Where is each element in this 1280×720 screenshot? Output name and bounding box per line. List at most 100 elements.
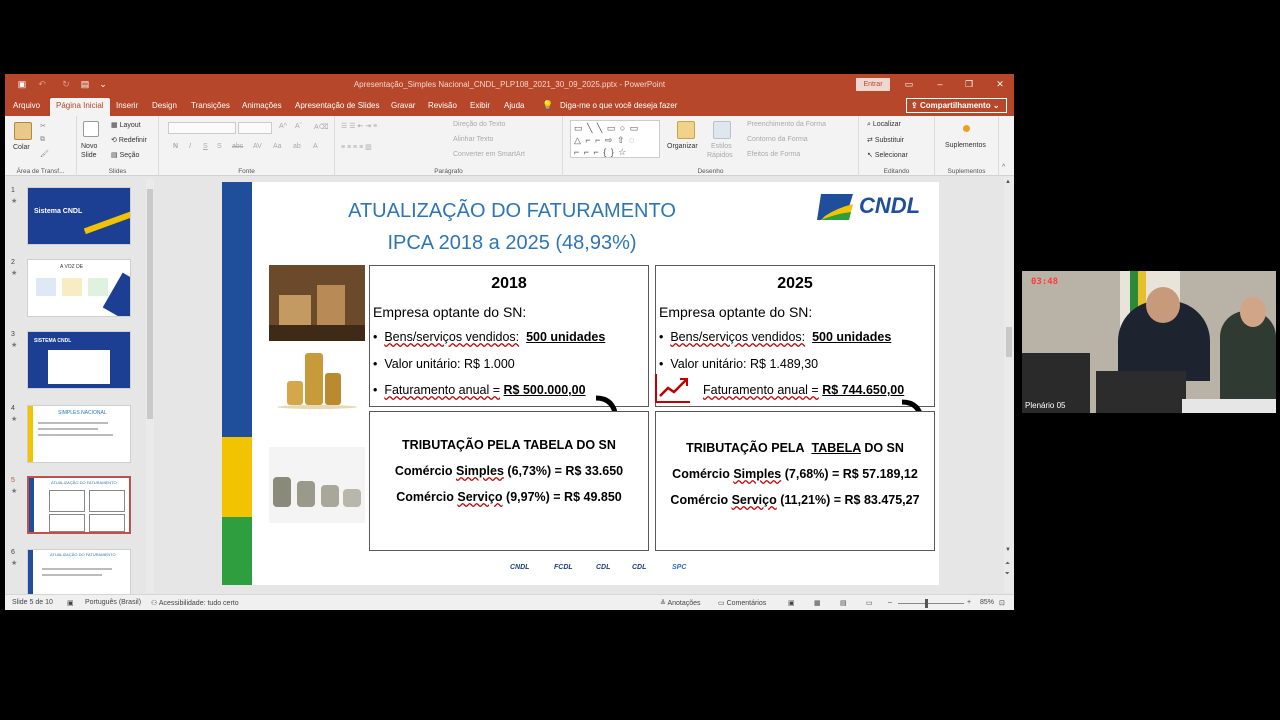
share-button[interactable]: ⇪ Compartilhamento ⌄ [906,98,1007,113]
goods-line-2018: • Bens/serviços vendidos: 500 unidades [373,330,606,344]
sorter-view-icon[interactable]: ▦ [814,599,821,607]
thumb-slide-3[interactable]: SISTEMA CNDL [27,331,131,389]
quick-styles-label-2[interactable]: Rápidos [707,152,733,159]
ribbon-display-icon[interactable]: ▭ [901,77,917,91]
prev-slide-icon[interactable]: ⏶ [1005,561,1010,568]
find-button[interactable]: ⌕ Localizar [867,121,901,129]
goods-label-2025: Bens/serviços vendidos: [670,330,806,344]
footer-logo-spc: SPC [672,564,687,571]
tab-pagina-inicial[interactable]: Página Inicial [50,98,110,116]
collapse-ribbon-icon[interactable]: ^ [1002,164,1005,171]
case-icon[interactable]: Aa [273,143,282,150]
reading-view-icon[interactable]: ▤ [840,599,847,607]
tell-me-search[interactable]: Diga-me o que você deseja fazer [560,101,677,110]
spacing-icon[interactable]: AV [253,143,262,150]
slide-canvas[interactable]: ATUALIZAÇÃO DO FATURAMENTO IPCA 2018 a 2… [222,182,939,585]
addins-button[interactable]: Suplementos [945,142,986,149]
tab-ajuda[interactable]: Ajuda [498,98,530,116]
restore-icon[interactable]: ❐ [961,77,977,91]
next-slide-icon[interactable]: ⏷ [1005,571,1010,578]
arrange-icon[interactable] [677,121,695,139]
italic-icon[interactable]: I [189,143,191,150]
grow-font-icon[interactable]: A^ [279,123,287,130]
thumb-slide-1[interactable]: Sistema CNDL [27,187,131,245]
paste-label[interactable]: Colar [13,144,30,151]
tab-exibir[interactable]: Exibir [464,98,496,116]
thumb-slide-5[interactable]: ATUALIZAÇÃO DO FATURAMENTO [27,476,131,534]
new-slide-icon[interactable] [83,121,99,137]
normal-view-icon[interactable]: ▣ [788,599,795,607]
section-button[interactable]: ▤ Seção [111,151,139,159]
reset-button[interactable]: ⟲ Redefinir [111,136,147,144]
zoom-out-icon[interactable]: – [888,599,892,606]
signin-button[interactable]: Entrar [856,78,890,91]
tab-apresentacao[interactable]: Apresentação de Slides [289,98,386,116]
zoom-slider[interactable] [898,603,964,604]
zoom-in-icon[interactable]: + [967,599,971,606]
thumb-number: 4 [11,405,15,412]
tax-title-pre-2025: TRIBUTAÇÃO PELA [686,441,805,455]
thumb-slide-4[interactable]: SIMPLES NACIONAL [27,405,131,463]
notes-button[interactable]: ≜ Anotações [660,599,701,607]
new-slide-label[interactable]: Novo [81,143,97,150]
slide-scrollbar[interactable]: ▲ ▼ ⏶ ⏷ [1004,177,1014,593]
tab-gravar[interactable]: Gravar [385,98,421,116]
shapes-gallery[interactable]: ▭ ╲ ╲ ▭ ○ ▭ △ ⌐ ⌐ ⇨ ⇧ ◌ ⌐ ⌐ ⌐ { } ☆ [570,120,660,158]
scroll-down-icon[interactable]: ▼ [1005,547,1011,553]
fit-window-icon[interactable]: ⊡ [999,599,1005,607]
align-icons[interactable]: ≡ ≡ ≡ ≡ ▥ [341,143,372,151]
minimize-icon[interactable]: – [932,77,948,91]
thumbnail-scrollbar[interactable] [146,179,154,593]
shape-outline-button[interactable]: Contorno da Forma [747,136,808,143]
font-size-box[interactable] [238,122,272,134]
format-painter-icon[interactable]: 🖌 [40,150,49,158]
quick-styles-icon[interactable] [713,121,731,139]
clear-format-icon[interactable]: A⌫ [314,123,329,131]
replace-button[interactable]: ⇄ Substituir [867,136,904,144]
smartart-button[interactable]: Converter em SmartArt [453,151,525,158]
spellcheck-icon[interactable]: ▣ [67,599,74,607]
font-color-icon[interactable]: A [313,143,318,150]
tab-revisao[interactable]: Revisão [422,98,463,116]
select-button[interactable]: ↖ Selecionar [867,151,908,159]
shadow-icon[interactable]: S [217,143,222,150]
jar-shape [321,485,339,507]
addins-icon[interactable] [963,125,970,132]
quick-styles-label[interactable]: Estilos [711,143,732,150]
new-slide-label-2[interactable]: Slide [81,152,97,159]
tab-animacoes[interactable]: Animações [236,98,288,116]
thumb-slide-2[interactable]: A VOZ DE [27,259,131,317]
slideshow-view-icon[interactable]: ▭ [866,599,873,607]
group-slides: Novo Slide ▦ Layout ⟲ Redefinir ▤ Seção … [77,116,159,176]
strike-icon[interactable]: abc [232,143,243,150]
highlight-icon[interactable]: ab [293,143,301,150]
bold-icon[interactable]: N [173,143,178,150]
slide-scroll-handle[interactable] [1006,327,1012,357]
shrink-font-icon[interactable]: Aˇ [295,123,302,130]
close-icon[interactable]: ✕ [992,77,1008,91]
underline-icon[interactable]: S [203,143,208,150]
comments-button[interactable]: ▭ Comentários [718,599,766,607]
zoom-slider-thumb[interactable] [925,599,928,608]
tab-inserir[interactable]: Inserir [110,98,144,116]
scroll-up-icon[interactable]: ▲ [1005,179,1011,185]
tab-transicoes[interactable]: Transições [185,98,236,116]
thumb-line [42,568,112,570]
font-name-box[interactable] [168,122,236,134]
paste-icon[interactable] [14,122,32,140]
thumbnail-scroll-handle[interactable] [147,189,153,419]
shape-effects-button[interactable]: Efeitos de Forma [747,151,800,158]
language-status[interactable]: Português (Brasil) [85,599,141,606]
bullets-icon[interactable]: ☰ ☰ ⇤ ⇥ ≡ [341,122,377,130]
shape-fill-button[interactable]: Preenchimento da Forma [747,121,826,128]
layout-button[interactable]: ▦ Layout [111,121,141,129]
cut-icon[interactable]: ✂ [40,122,46,130]
accessibility-status[interactable]: ⚇ Acessibilidade: tudo certo [151,599,239,607]
align-text-button[interactable]: Alinhar Texto [453,136,493,143]
zoom-level[interactable]: 85% [980,599,994,606]
arrange-label[interactable]: Organizar [667,143,698,150]
text-direction-button[interactable]: Direção do Texto [453,121,505,128]
copy-icon[interactable]: ⧉ [40,136,45,144]
tab-design[interactable]: Design [146,98,183,116]
tab-arquivo[interactable]: Arquivo [7,98,46,116]
